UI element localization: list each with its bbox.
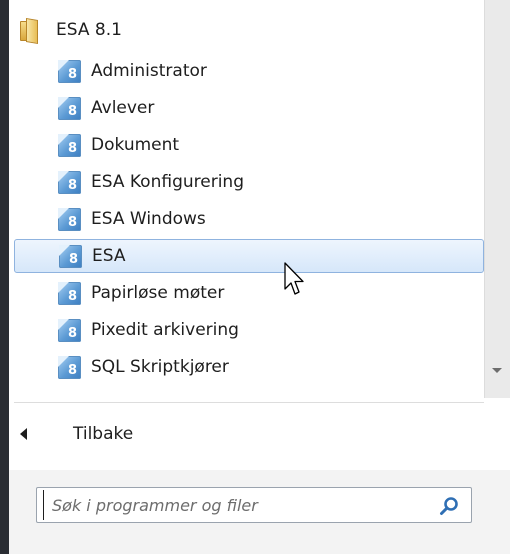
- esa-app-icon: 8: [58, 355, 81, 379]
- esa-app-icon: 8: [59, 244, 82, 268]
- program-item-label: Pixedit arkivering: [91, 320, 239, 340]
- program-item-label: SQL Skriptkjører: [91, 357, 229, 377]
- esa-app-icon: 8: [58, 96, 81, 120]
- program-item-pixedit-arkivering[interactable]: 8 Pixedit arkivering: [58, 313, 478, 347]
- back-label: Tilbake: [73, 424, 134, 444]
- search-input[interactable]: [43, 490, 432, 520]
- program-item-label: Dokument: [91, 135, 180, 155]
- back-button[interactable]: Tilbake: [20, 418, 320, 450]
- program-folder-esa[interactable]: ESA 8.1: [18, 14, 318, 46]
- search-icon[interactable]: [439, 496, 459, 516]
- menu-divider: [14, 402, 484, 403]
- scroll-down-arrow-icon[interactable]: [492, 368, 502, 373]
- esa-app-icon: 8: [58, 133, 81, 157]
- esa-app-icon: 8: [58, 59, 81, 83]
- program-item-papirlose-moter[interactable]: 8 Papirløse møter: [58, 276, 478, 310]
- folder-icon: [18, 17, 42, 45]
- folder-label: ESA 8.1: [56, 20, 122, 40]
- program-item-label: ESA Windows: [91, 209, 206, 229]
- program-item-label: Avlever: [91, 98, 155, 118]
- back-arrow-icon: [20, 428, 27, 440]
- esa-app-icon: 8: [58, 318, 81, 342]
- program-item-esa[interactable]: 8 ESA: [14, 239, 484, 273]
- program-item-label: ESA Konfigurering: [91, 172, 244, 192]
- program-item-administrator[interactable]: 8 Administrator: [58, 54, 478, 88]
- program-item-avlever[interactable]: 8 Avlever: [58, 91, 478, 125]
- taskbar-edge: [0, 0, 9, 554]
- search-area: [9, 470, 510, 554]
- program-item-label: Administrator: [91, 61, 207, 81]
- start-menu-panel: ESA 8.1 8 Administrator 8 Avlever 8 Doku…: [0, 0, 510, 554]
- program-list-scrollbar[interactable]: [484, 0, 510, 398]
- program-item-sql-skriptkjorer[interactable]: 8 SQL Skriptkjører: [58, 350, 478, 384]
- program-item-label: Papirløse møter: [91, 283, 225, 303]
- program-item-dokument[interactable]: 8 Dokument: [58, 128, 478, 162]
- esa-app-icon: 8: [58, 207, 81, 231]
- program-item-esa-konfigurering[interactable]: 8 ESA Konfigurering: [58, 165, 478, 199]
- program-item-esa-windows[interactable]: 8 ESA Windows: [58, 202, 478, 236]
- mouse-pointer-icon: [284, 262, 304, 295]
- esa-app-icon: 8: [58, 170, 81, 194]
- esa-app-icon: 8: [58, 281, 81, 305]
- search-box[interactable]: [36, 487, 472, 523]
- program-item-label: ESA: [92, 246, 126, 266]
